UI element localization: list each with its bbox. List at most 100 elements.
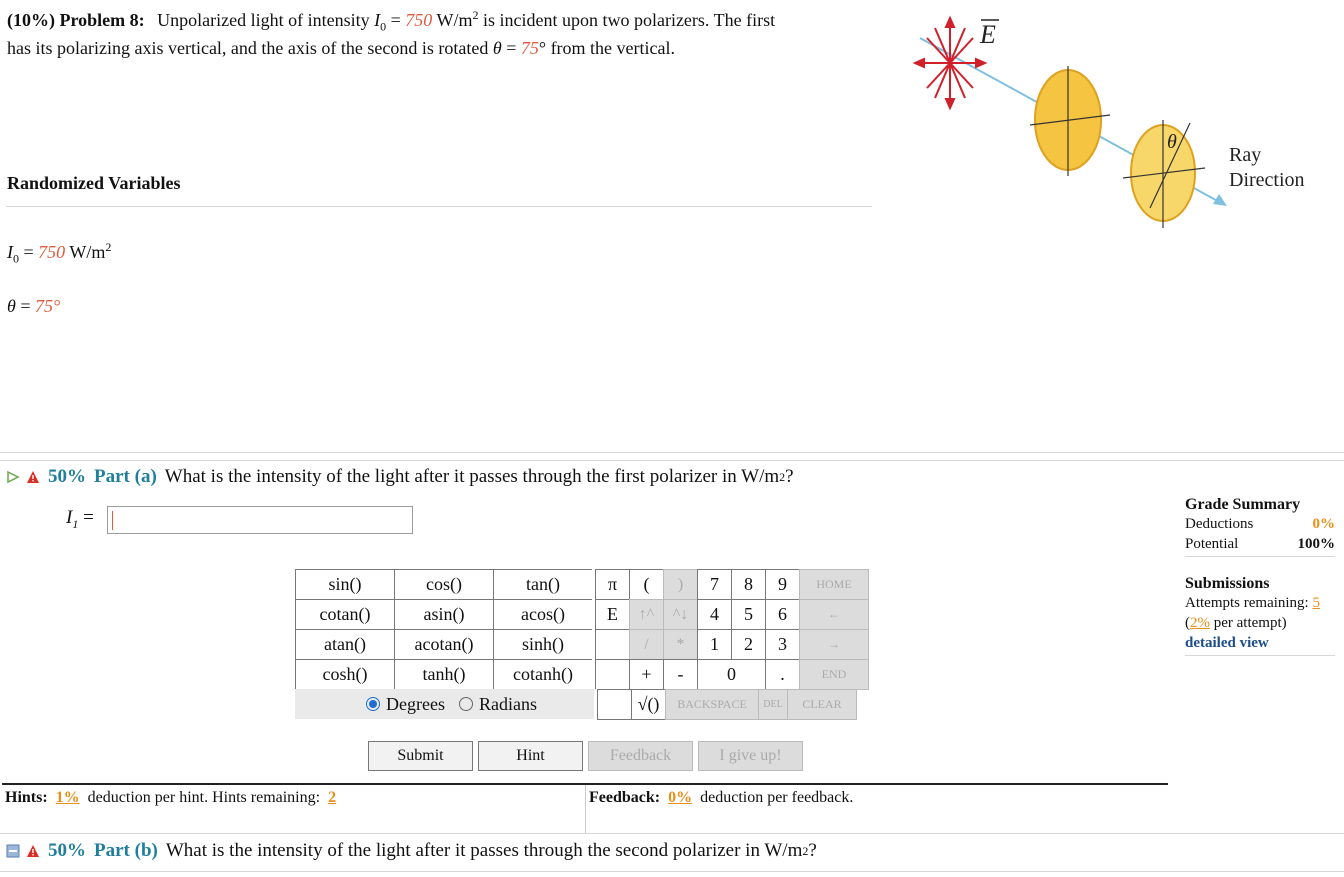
keypad-row: sin() cos() tan() π ( ) 7 8 9 HOME — [295, 569, 869, 600]
problem-statement: (10%) Problem 8: Unpolarized light of in… — [7, 6, 887, 62]
hints-deduction: 1% — [55, 789, 80, 806]
digit-6-button[interactable]: 6 — [765, 599, 800, 630]
divider — [0, 452, 1344, 453]
divide-button[interactable]: / — [629, 629, 664, 660]
ray-label-2: Direction — [1229, 169, 1305, 191]
part-b-name: Part (b) — [94, 840, 158, 861]
potential-label: Potential — [1185, 536, 1239, 552]
attempts-row: Attempts remaining: 5 — [1185, 593, 1335, 613]
cos-button[interactable]: cos() — [394, 569, 494, 600]
acos-button[interactable]: acos() — [493, 599, 593, 630]
rv-eq2: = — [20, 296, 31, 316]
pi-button[interactable]: π — [595, 569, 630, 600]
part-a-percent: 50% — [48, 466, 86, 487]
right-arrow-button[interactable]: → — [799, 629, 869, 660]
calculator-keypad: sin() cos() tan() π ( ) 7 8 9 HOME cotan… — [295, 569, 869, 720]
end-button[interactable]: END — [799, 659, 869, 690]
degrees-label[interactable]: Degrees — [386, 694, 445, 715]
divider — [1185, 556, 1335, 557]
problem-text-d: from the vertical. — [550, 38, 676, 58]
digit-0-button[interactable]: 0 — [697, 659, 766, 690]
per-attempt-row: (2% per attempt) — [1185, 613, 1335, 633]
minus-button[interactable]: - — [663, 659, 698, 690]
submissions-title: Submissions — [1185, 575, 1270, 592]
give-up-button[interactable]: I give up! — [698, 741, 803, 771]
del-button[interactable]: DEL — [758, 689, 788, 720]
collapse-icon[interactable] — [6, 844, 20, 858]
randomized-variables-title: Randomized Variables — [7, 173, 181, 193]
per-attempt-text: per attempt) — [1213, 615, 1287, 631]
submit-button[interactable]: Submit — [368, 741, 473, 771]
digit-8-button[interactable]: 8 — [731, 569, 766, 600]
home-button[interactable]: HOME — [799, 569, 869, 600]
deg: ° — [538, 38, 547, 58]
grade-title: Grade Summary — [1185, 496, 1301, 513]
lparen-button[interactable]: ( — [629, 569, 664, 600]
part-a-header[interactable]: 50% Part (a) What is the intensity of th… — [6, 466, 794, 488]
digit-9-button[interactable]: 9 — [765, 569, 800, 600]
cotanh-button[interactable]: cotanh() — [493, 659, 593, 690]
rv-deg: ° — [53, 296, 61, 316]
part-b-question: What is the intensity of the light after… — [165, 840, 803, 861]
rv-unit: W/m — [69, 242, 106, 262]
part-b-percent: 50% — [48, 840, 86, 861]
rv-unit-exp: 2 — [105, 240, 112, 254]
answer-input[interactable] — [107, 506, 413, 534]
atan-button[interactable]: atan() — [295, 629, 395, 660]
answer-label: I1 = — [66, 507, 94, 530]
decimal-button[interactable]: . — [765, 659, 800, 690]
detailed-view-link[interactable]: detailed view — [1185, 633, 1335, 653]
degrees-radio[interactable] — [366, 697, 381, 711]
radians-radio[interactable] — [458, 697, 473, 711]
sin-button[interactable]: sin() — [295, 569, 395, 600]
potential-row: Potential 100% — [1185, 534, 1335, 554]
ray-label-1: Ray — [1229, 144, 1261, 166]
feedback-button[interactable]: Feedback — [588, 741, 693, 771]
cotan-button[interactable]: cotan() — [295, 599, 395, 630]
digit-1-button[interactable]: 1 — [697, 629, 732, 660]
expand-arrow-icon[interactable] — [6, 470, 20, 484]
down-exp-button[interactable]: ^↓ — [663, 599, 698, 630]
digit-7-button[interactable]: 7 — [697, 569, 732, 600]
backspace-button[interactable]: BACKSPACE — [665, 689, 759, 720]
problem-text-b: is incident upon two polarizers. The fir… — [482, 10, 776, 30]
tanh-button[interactable]: tanh() — [394, 659, 494, 690]
clear-button[interactable]: CLEAR — [787, 689, 857, 720]
deductions-label: Deductions — [1185, 516, 1254, 532]
left-arrow-button[interactable]: ← — [799, 599, 869, 630]
feedback-label: Feedback: — [589, 789, 661, 806]
unit-exp: 2 — [472, 8, 479, 22]
asin-button[interactable]: asin() — [394, 599, 494, 630]
hints-info: Hints: 1% deduction per hint. Hints rema… — [5, 789, 340, 807]
sqrt-button[interactable]: √() — [631, 689, 666, 720]
theta-label: θ — [1167, 131, 1177, 153]
divider — [6, 206, 872, 207]
e-button[interactable]: E — [595, 599, 630, 630]
problem-text-c: has its polarizing axis vertical, and th… — [7, 38, 489, 58]
hints-remaining: 2 — [328, 789, 337, 806]
per-attempt-value: 2% — [1190, 615, 1210, 631]
text-caret — [112, 511, 113, 530]
warning-icon — [27, 845, 39, 857]
multiply-button[interactable]: * — [663, 629, 698, 660]
sinh-button[interactable]: sinh() — [493, 629, 593, 660]
radians-label[interactable]: Radians — [479, 694, 537, 715]
tan-button[interactable]: tan() — [493, 569, 593, 600]
digit-4-button[interactable]: 4 — [697, 599, 732, 630]
hint-feedback-bar: Hints: 1% deduction per hint. Hints rema… — [2, 783, 1168, 833]
hint-button[interactable]: Hint — [478, 741, 583, 771]
digit-3-button[interactable]: 3 — [765, 629, 800, 660]
digit-5-button[interactable]: 5 — [731, 599, 766, 630]
acotan-button[interactable]: acotan() — [394, 629, 494, 660]
digit-2-button[interactable]: 2 — [731, 629, 766, 660]
rparen-button[interactable]: ) — [663, 569, 698, 600]
cosh-button[interactable]: cosh() — [295, 659, 395, 690]
theta-symbol: θ — [492, 38, 502, 58]
potential-value: 100% — [1297, 536, 1336, 552]
plus-button[interactable]: + — [629, 659, 664, 690]
up-exp-button[interactable]: ↑^ — [629, 599, 664, 630]
part-b-header[interactable]: 50% Part (b) What is the intensity of th… — [6, 840, 817, 862]
divider — [0, 833, 1344, 834]
keypad-row: atan() acotan() sinh() / * 1 2 3 → — [295, 629, 869, 660]
e-field-star-icon — [912, 15, 988, 111]
